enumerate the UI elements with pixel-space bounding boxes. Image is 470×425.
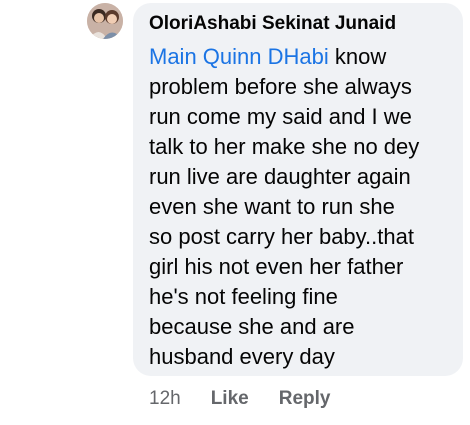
mention-link[interactable]: Main Quinn DHabi xyxy=(149,44,329,69)
comment-author[interactable]: OloriAshabi Sekinat Junaid xyxy=(149,13,447,35)
profile-photo-icon xyxy=(87,3,123,39)
comment-line: he's not feeling fine xyxy=(149,284,338,309)
like-button[interactable]: Like xyxy=(211,388,249,410)
comment-line: husband every day xyxy=(149,344,335,369)
comment-line: girl his not even her father xyxy=(149,254,404,279)
comment-bubble: OloriAshabi Sekinat Junaid Main Quinn DH… xyxy=(133,3,463,376)
comment-actions: 12h Like Reply xyxy=(149,386,330,412)
comment-line: problem before she always xyxy=(149,74,412,99)
comment-timestamp[interactable]: 12h xyxy=(149,388,181,410)
comment-line: run come my said and I we xyxy=(149,104,412,129)
comment-line: talk to her make she no dey xyxy=(149,134,420,159)
comment-body: Main Quinn DHabi know problem before she… xyxy=(149,42,445,372)
avatar[interactable] xyxy=(87,3,123,39)
comment-text: know xyxy=(328,44,387,69)
comment-line: because she and are xyxy=(149,314,355,339)
comment-line: so post carry her baby..that xyxy=(149,224,414,249)
comment-line: run live are daughter again xyxy=(149,164,411,189)
comment-line: Main Quinn DHabi know xyxy=(149,42,445,72)
reply-button[interactable]: Reply xyxy=(279,388,331,410)
comment-line: even she want to run she xyxy=(149,194,395,219)
